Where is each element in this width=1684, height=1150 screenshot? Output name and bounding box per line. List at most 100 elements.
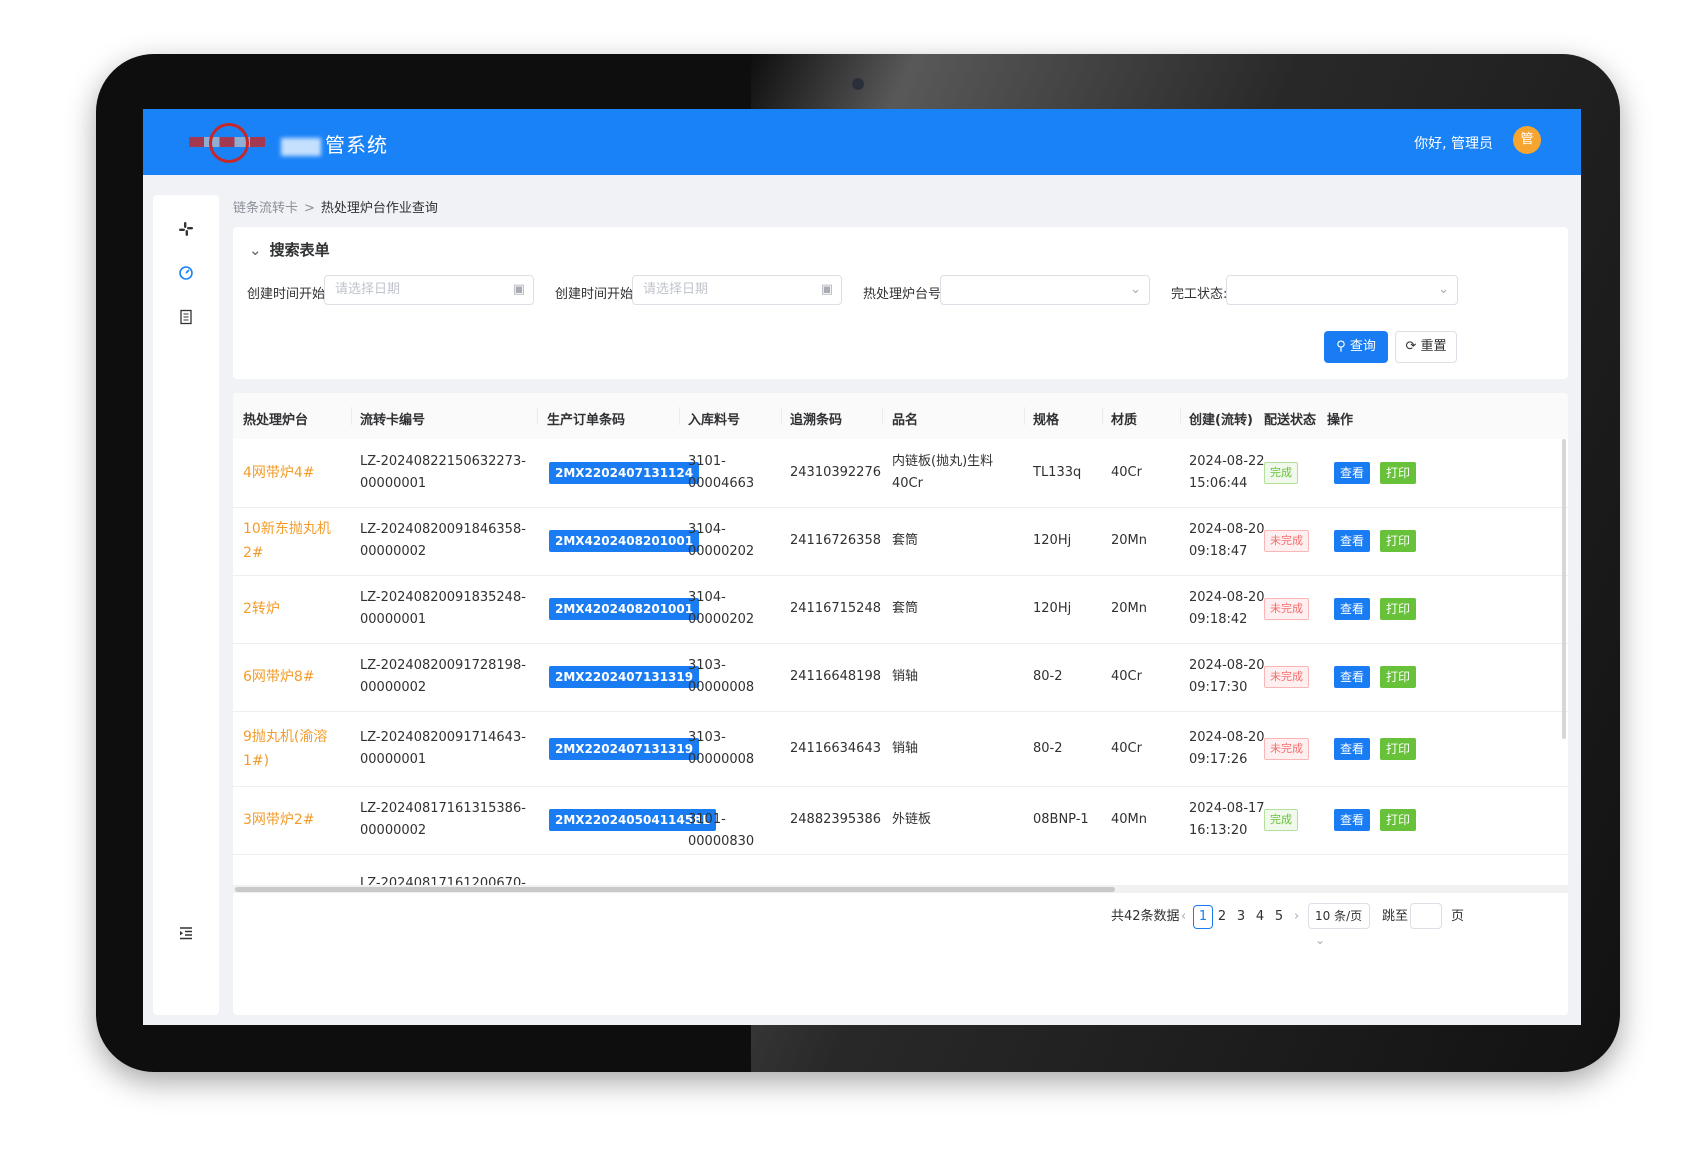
status-badge: 完成 (1264, 809, 1298, 831)
vertical-scrollbar[interactable] (1562, 439, 1566, 739)
trace-code: 24310392276 (790, 465, 881, 480)
view-button[interactable]: 查看 (1334, 462, 1371, 484)
chevron-down-icon: ⌄ (1438, 282, 1449, 297)
slack-icon[interactable] (177, 221, 195, 239)
product-name: 套筒 (892, 533, 919, 548)
avatar[interactable]: 管 (1513, 126, 1541, 154)
page-2[interactable]: 2 (1212, 905, 1232, 929)
breadcrumb-parent[interactable]: 链条流转卡 (233, 201, 298, 216)
furnace-no-select[interactable]: ⌄ (940, 275, 1150, 305)
dashboard-gauge-icon[interactable] (177, 265, 195, 283)
trace-code: 24116726358 (790, 533, 881, 548)
print-button[interactable]: 打印 (1380, 737, 1417, 760)
next-page-icon[interactable]: › (1294, 905, 1299, 929)
print-button[interactable]: 打印 (1380, 462, 1417, 484)
app-screen: 管系统 你好, 管理员 管 链条流转卡 > 热处理炉台作业查询 ⌄ 搜索表单 创建时间… (143, 109, 1581, 1025)
material-value: 40Cr (1111, 465, 1142, 480)
print-button[interactable]: 打印 (1380, 809, 1417, 831)
trace-code: 24116715248 (790, 601, 881, 616)
col-status: 配送状态 (1264, 413, 1317, 428)
part-number: 3104- 00000202 (688, 522, 755, 559)
print-button[interactable]: 打印 (1380, 598, 1417, 620)
card-number: LZ-20240822150632273- 00000001 (360, 454, 526, 491)
spec-value: 120Hj (1033, 601, 1072, 616)
page-5[interactable]: 5 (1269, 905, 1289, 929)
created-time: 2024-08-20 09:17:26 (1189, 729, 1265, 767)
query-button[interactable]: ⚲ 查询 (1324, 331, 1388, 363)
col-trace: 追溯条码 (790, 413, 843, 428)
start-date-input-2[interactable]: 请选择日期 ▣ (632, 275, 842, 305)
status-badge: 未完成 (1264, 666, 1309, 688)
material-value: 20Mn (1111, 601, 1147, 616)
reset-button[interactable]: ⟳ 重置 (1395, 331, 1457, 363)
jump-page-input[interactable] (1410, 903, 1442, 929)
app-title: 管系统 (281, 129, 388, 158)
completion-status-select[interactable]: ⌄ (1226, 275, 1458, 305)
breadcrumb: 链条流转卡 > 热处理炉台作业查询 (233, 201, 438, 216)
table-header: 热处理炉台 流转卡编号 生产订单条码 入库料号 追溯条码 品名 规格 材质 创建… (233, 393, 1568, 439)
col-actions: 操作 (1327, 413, 1354, 428)
camera-dot (852, 78, 864, 90)
table-row: 2转炉 LZ-20240820091835248- 00000001 2MX42024… (233, 575, 1568, 644)
order-barcode-tag: 2MX2202407131319 (549, 666, 700, 688)
part-number: 3103- 00000008 (688, 658, 755, 695)
part-number: 3101-00000830 (688, 812, 755, 849)
horizontal-scrollbar[interactable] (235, 887, 1115, 892)
top-bar: 管系统 你好, 管理员 管 (143, 109, 1581, 175)
search-form: ⌄ 搜索表单 创建时间开始: 请选择日期 ▣ 创建时间开始: 请选择日期 ▣ 热处理炉… (233, 227, 1568, 379)
total-count: 共42条数据 (1111, 909, 1180, 924)
chevron-down-icon: ⌄ (249, 241, 262, 259)
col-material: 材质 (1111, 413, 1138, 428)
document-list-icon[interactable] (177, 309, 195, 327)
material-value: 40Cr (1111, 740, 1142, 756)
product-name: 内链板(抛丸)生料 40Cr (892, 454, 994, 491)
logo (189, 121, 265, 163)
furnace-link[interactable]: 6网带炉8# (243, 665, 353, 689)
spec-value: 120Hj (1033, 533, 1072, 548)
start-date-input[interactable]: 请选择日期 ▣ (324, 275, 534, 305)
table-row: LZ-20240817161200670- (233, 854, 1568, 885)
furnace-link[interactable]: 3网带炉2# (243, 808, 353, 832)
card-number: LZ-20240820091714643- 00000001 (360, 729, 526, 767)
page-size-select[interactable]: 10 条/页 ⌄ (1308, 903, 1370, 947)
prev-page-icon[interactable]: ‹ (1181, 905, 1186, 929)
col-name: 品名 (892, 413, 919, 428)
start-date-label: 创建时间开始: (247, 287, 330, 302)
print-button[interactable]: 打印 (1380, 666, 1417, 688)
menu-fold-icon[interactable] (177, 925, 195, 943)
print-button[interactable]: 打印 (1380, 530, 1417, 552)
search-form-toggle[interactable]: ⌄ 搜索表单 (249, 239, 330, 260)
jump-label: 跳至 (1382, 909, 1409, 924)
col-order: 生产订单条码 (547, 413, 626, 428)
page-4[interactable]: 4 (1250, 905, 1270, 929)
breadcrumb-current: 热处理炉台作业查询 (320, 201, 438, 216)
page-3[interactable]: 3 (1231, 905, 1251, 929)
view-button[interactable]: 查看 (1334, 666, 1371, 688)
table-body: 4网带炉4# LZ-20240822150632273- 00000001 2MX22… (233, 439, 1568, 885)
created-time: 2024-08-17 16:13:20 (1189, 801, 1265, 838)
furnace-link[interactable]: 9抛丸机(渝溶1#) (243, 725, 339, 773)
table-row: 6网带炉8# LZ-20240820091728198- 00000002 2MX22… (233, 643, 1568, 712)
chevron-down-icon: ⌄ (1315, 933, 1326, 947)
product-name: 外链板 (892, 812, 932, 827)
view-button[interactable]: 查看 (1334, 530, 1371, 552)
furnace-no-label: 热处理炉台号: (863, 287, 946, 302)
view-button[interactable]: 查看 (1334, 737, 1371, 760)
page-suffix: 页 (1451, 909, 1465, 924)
spec-value: 80-2 (1033, 740, 1063, 756)
spec-value: 08BNP-1 (1033, 812, 1089, 827)
furnace-link[interactable]: 2转炉 (243, 597, 353, 621)
trace-code: 24882395386 (790, 812, 881, 827)
part-number: 3103- 00000008 (688, 729, 755, 767)
furnace-link[interactable]: 4网带炉4# (243, 461, 353, 485)
trace-code: 24116634643 (790, 740, 881, 756)
table-row: 4网带炉4# LZ-20240822150632273- 00000001 2MX22… (233, 439, 1568, 508)
view-button[interactable]: 查看 (1334, 809, 1371, 831)
view-button[interactable]: 查看 (1334, 598, 1371, 620)
page-1[interactable]: 1 (1193, 905, 1213, 929)
material-value: 20Mn (1111, 533, 1147, 548)
created-time: 2024-08-22 15:06:44 (1189, 454, 1265, 491)
furnace-link[interactable]: 10新东抛丸机2# (243, 517, 339, 565)
created-time: 2024-08-20 09:18:42 (1189, 590, 1265, 627)
card-number: LZ-20240817161315386- 00000002 (360, 801, 526, 838)
